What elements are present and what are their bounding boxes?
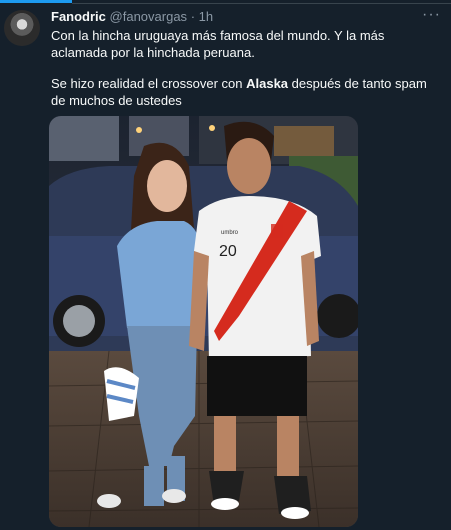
jersey-brand: umbro bbox=[221, 230, 239, 236]
top-progress-bar bbox=[0, 0, 451, 7]
tweet-text: Con la hincha uruguaya más famosa del mu… bbox=[51, 27, 443, 123]
tweet-paragraph-1: Con la hincha uruguaya más famosa del mu… bbox=[51, 28, 385, 60]
display-name[interactable]: Fanodric bbox=[51, 9, 106, 24]
tweet-text-pre: Se hizo realidad el crossover con bbox=[51, 76, 247, 91]
tweet-photo[interactable]: 20 umbro bbox=[49, 116, 358, 527]
active-indicator bbox=[0, 0, 72, 3]
tweet-header: Fanodric @fanovargas · 1h bbox=[51, 9, 213, 24]
divider bbox=[72, 3, 451, 4]
ellipsis-icon[interactable]: ··· bbox=[422, 6, 441, 24]
user-handle[interactable]: @fanovargas bbox=[110, 9, 188, 24]
tweet-paragraph-2: Se hizo realidad el crossover con Alaska… bbox=[51, 75, 443, 109]
jersey-number: 20 bbox=[219, 243, 237, 260]
tweet-text-bold: Alaska bbox=[246, 76, 289, 91]
timestamp[interactable]: 1h bbox=[199, 9, 213, 24]
photo-illustration: 20 umbro bbox=[49, 116, 358, 527]
dot-separator: · bbox=[190, 9, 196, 24]
avatar[interactable] bbox=[4, 10, 40, 46]
